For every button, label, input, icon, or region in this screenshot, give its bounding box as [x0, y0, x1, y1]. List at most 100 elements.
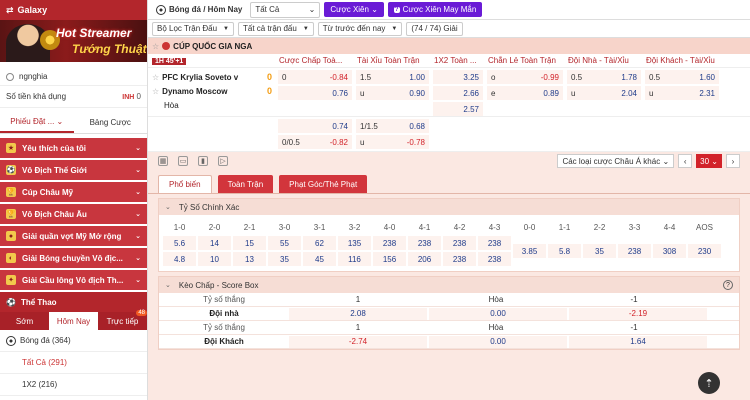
odds-cell[interactable]: 238 — [408, 236, 441, 250]
odds-cell[interactable]: 206 — [408, 252, 441, 266]
sport-item-football[interactable]: Bóng đá (364) — [0, 330, 147, 352]
tv-icon[interactable]: ▷ — [218, 156, 228, 166]
all-select[interactable]: Tất Cả ⌄ — [250, 1, 321, 18]
odds-cell[interactable]: u 2.04 — [567, 86, 641, 100]
help-icon[interactable]: ? — [723, 280, 733, 290]
odds-cell[interactable]: 14 — [198, 236, 231, 250]
sport-sub-1x2[interactable]: 1X2 (216) — [0, 374, 147, 396]
sidebar-item-us-open[interactable]: ● Giải quần vợt Mỹ Mở rộng ⌄ — [0, 226, 147, 246]
stats-icon[interactable]: ▮ — [198, 156, 208, 166]
scroll-top-button[interactable]: ⇡ — [698, 372, 720, 394]
tab-bet-slip[interactable]: Phiếu Đặt ... ⌄ — [0, 112, 74, 133]
star-icon[interactable]: ☆ — [152, 42, 159, 51]
odds-cell[interactable]: u -0.78 — [356, 135, 429, 149]
odds-cell[interactable]: 62 — [303, 236, 336, 250]
tab-today[interactable]: Hôm Nay — [49, 312, 98, 330]
match-teams[interactable]: ☆ PFC Krylia Soveto v0 ☆ Dynamo Moscow 0 Hò… — [148, 68, 276, 116]
parlay-button[interactable]: Cược Xiên ⌄ — [324, 2, 384, 17]
odds-cell[interactable]: 238 — [443, 236, 476, 250]
odds-cell[interactable]: 230 — [688, 244, 721, 258]
odds-cell[interactable]: 5.8 — [548, 244, 581, 258]
tab-live[interactable]: Trực tiếp 48 — [98, 310, 147, 330]
trophy-icon: 🏆 — [6, 209, 16, 219]
odds-cell[interactable]: 0.76 — [278, 86, 352, 100]
odds-cell[interactable]: 135 — [338, 236, 371, 250]
prev-button[interactable]: ‹ — [678, 154, 693, 168]
odds-cell[interactable]: 308 — [653, 244, 686, 258]
odds-cell[interactable]: 0 -0.84 — [278, 70, 352, 84]
refresh-counter[interactable]: 30 ⌄ — [696, 154, 722, 168]
odds-cell[interactable]: -2.74 — [289, 335, 427, 348]
sports-header[interactable]: ⚽ Thể Thao — [0, 292, 147, 312]
odds-cell[interactable]: 238 — [478, 252, 511, 266]
odds-cell[interactable]: 0.74 — [278, 119, 352, 133]
sort-select[interactable]: Từ trước đến nay ▼ — [317, 21, 403, 36]
odds-cell[interactable]: 3.25 — [433, 70, 483, 84]
star-icon[interactable]: ☆ — [152, 87, 159, 96]
odds-cell[interactable]: 45 — [303, 252, 336, 266]
odds-cell[interactable]: 0/0.5 -0.82 — [278, 135, 352, 149]
odds-cell[interactable]: 13 — [233, 252, 266, 266]
tab-full-match[interactable]: Toàn Trận — [217, 175, 274, 193]
sports-tabs: Sớm Hôm Nay Trực tiếp 48 — [0, 310, 147, 330]
star-icon[interactable]: ☆ — [152, 73, 159, 82]
odds-cell[interactable]: 10 — [198, 252, 231, 266]
correct-score-header[interactable]: ⌄ Tỷ Số Chính Xác — [159, 199, 739, 215]
odds-cell[interactable]: 35 — [268, 252, 301, 266]
sport-selector[interactable]: Bóng đá / Hôm Nay — [152, 2, 246, 18]
all-matches-select[interactable]: Tất cả trận đấu ▼ — [238, 21, 314, 36]
odds-cell[interactable]: 238 — [478, 236, 511, 250]
score-label: 3-2 — [348, 222, 361, 232]
odds-cell[interactable]: e 0.89 — [487, 86, 563, 100]
odds-cell[interactable]: 5.6 — [163, 236, 196, 250]
odds-cell[interactable]: 2.08 — [289, 307, 427, 320]
odds-cell[interactable]: -2.19 — [569, 307, 707, 320]
tab-popular[interactable]: Phổ biến — [158, 175, 212, 193]
odds-cell[interactable]: 116 — [338, 252, 371, 266]
odds-table-header: 1H 45'+1 Cược Chấp Toà... Tài Xỉu Toàn T… — [148, 54, 750, 68]
league-count[interactable]: (74 / 74) Giải — [406, 21, 463, 36]
odds-cell[interactable]: u 0.90 — [356, 86, 429, 100]
odds-cell[interactable]: 1.64 — [569, 335, 707, 348]
odds-cell[interactable]: 0.5 1.60 — [645, 70, 719, 84]
odds-cell[interactable]: 15 — [233, 236, 266, 250]
galaxy-switch[interactable]: ⇄ Galaxy — [0, 0, 147, 20]
odds-cell[interactable]: 2.66 — [433, 86, 483, 100]
promo-banner[interactable]: Hot Streamer Tướng Thuật — [0, 20, 147, 62]
odds-cell[interactable]: 238 — [443, 252, 476, 266]
odds-cell[interactable]: 55 — [268, 236, 301, 250]
tab-corners-cards[interactable]: Phạt Góc/Thẻ Phạt — [279, 175, 368, 193]
odds-cell[interactable]: 35 — [583, 244, 616, 258]
odds-cell[interactable]: o -0.99 — [487, 70, 563, 84]
tab-bet-list[interactable]: Bảng Cược — [74, 112, 148, 133]
sidebar-item-volleyball[interactable]: ◐ Giải Bóng chuyền Vô địc... ⌄ — [0, 248, 147, 268]
sidebar-item-copa-america[interactable]: 🏆 Cúp Châu Mỹ ⌄ — [0, 182, 147, 202]
league-header[interactable]: ☆ CÚP QUỐC GIA NGA — [148, 38, 750, 54]
sidebar-item-world-cup[interactable]: ⚽ Vô Địch Thế Giới ⌄ — [0, 160, 147, 180]
sport-sub-all[interactable]: Tất Cả (291) — [0, 352, 147, 374]
odds-cell[interactable]: 4.8 — [163, 252, 196, 266]
next-button[interactable]: › — [726, 154, 740, 168]
field-icon[interactable]: ▭ — [178, 156, 188, 166]
odds-cell[interactable]: 0.5 1.78 — [567, 70, 641, 84]
odds-cell[interactable]: u 2.31 — [645, 86, 719, 100]
odds-cell[interactable]: 238 — [618, 244, 651, 258]
score-box-header[interactable]: ⌄ Kèo Chấp - Score Box ? — [159, 277, 739, 293]
sidebar-item-badminton[interactable]: ✦ Giải Cầu lông Vô địch Th... ⌄ — [0, 270, 147, 290]
odds-cell[interactable]: 1/1.5 0.68 — [356, 119, 429, 133]
lucky-parlay-button[interactable]: ? Cược Xiên May Mắn — [387, 2, 483, 17]
match-filter-select[interactable]: Bộ Lọc Trận Đấu ▼ — [152, 21, 234, 36]
tab-early[interactable]: Sớm — [0, 312, 49, 330]
sidebar-item-euro[interactable]: 🏆 Vô Địch Châu Âu ⌄ — [0, 204, 147, 224]
bet-type-select[interactable]: Các loại cược Châu Á khác ⌄ — [557, 154, 675, 168]
odds-cell[interactable]: 238 — [373, 236, 406, 250]
sidebar-item-favorites[interactable]: ★ Yêu thích của tôi ⌄ — [0, 138, 147, 158]
user-row[interactable]: ngnghia — [0, 68, 147, 86]
grid-icon[interactable]: ▦ — [158, 156, 168, 166]
odds-cell[interactable]: 0.00 — [429, 335, 567, 348]
odds-cell[interactable]: 0.00 — [429, 307, 567, 320]
odds-cell[interactable]: 156 — [373, 252, 406, 266]
odds-cell[interactable]: 1.5 1.00 — [356, 70, 429, 84]
odds-cell[interactable]: 3.85 — [513, 244, 546, 258]
odds-cell[interactable]: 2.57 — [433, 102, 483, 116]
